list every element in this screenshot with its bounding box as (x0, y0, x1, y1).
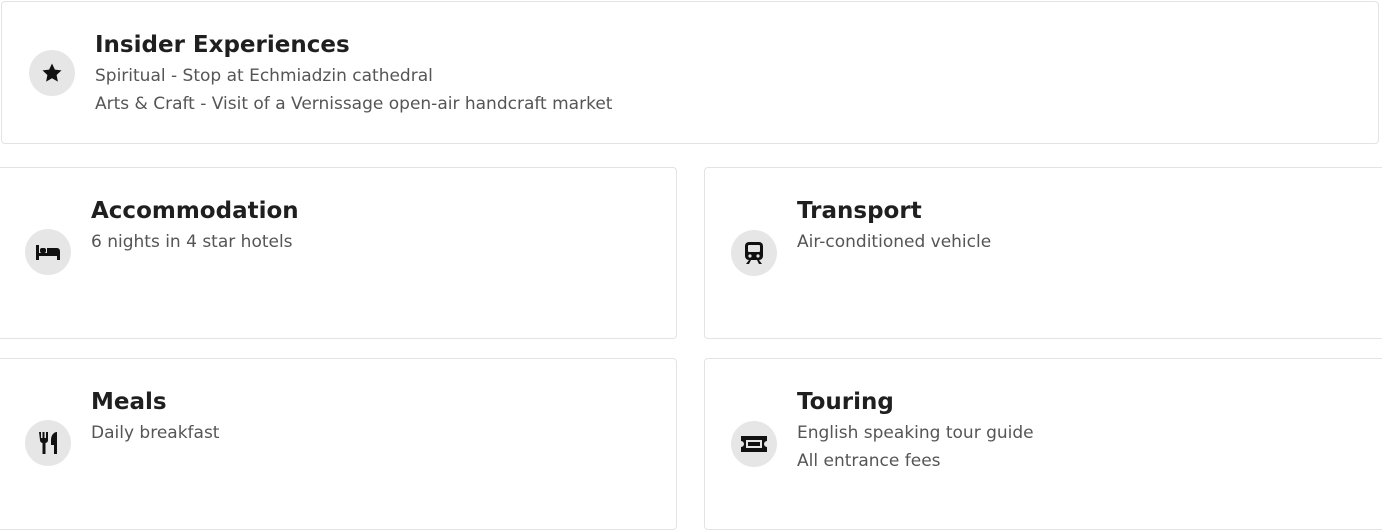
transport-line-vehicle: Air-conditioned vehicle (797, 232, 992, 252)
insider-experiences-card: Insider Experiences Spiritual - Stop at … (1, 1, 1379, 144)
meals-card: Meals Daily breakfast (0, 358, 677, 530)
bed-icon (25, 229, 71, 275)
meals-list: Daily breakfast (91, 419, 219, 447)
insider-experiences-list: Spiritual - Stop at Echmiadzin cathedral… (95, 62, 612, 118)
accommodation-list: 6 nights in 4 star hotels (91, 228, 293, 256)
touring-card: Touring English speaking tour guide All … (704, 358, 1382, 530)
insider-line-spiritual: Spiritual - Stop at Echmiadzin cathedral (95, 66, 433, 86)
transport-title: Transport (797, 198, 922, 224)
meals-line-breakfast: Daily breakfast (91, 423, 220, 443)
ticket-icon (731, 421, 777, 467)
utensils-icon (25, 420, 71, 466)
insider-experiences-title: Insider Experiences (95, 32, 350, 58)
touring-line-guide: English speaking tour guide (797, 423, 1034, 443)
touring-title: Touring (797, 389, 894, 415)
transport-list: Air-conditioned vehicle (797, 228, 991, 256)
touring-list: English speaking tour guide All entrance… (797, 419, 1034, 475)
train-icon (731, 230, 777, 276)
meals-title: Meals (91, 389, 167, 415)
accommodation-card: Accommodation 6 nights in 4 star hotels (0, 167, 677, 339)
accommodation-title: Accommodation (91, 198, 299, 224)
insider-line-arts-craft: Arts & Craft - Visit of a Vernissage ope… (95, 94, 613, 114)
touring-line-fees: All entrance fees (797, 451, 941, 471)
accommodation-line-nights: 6 nights in 4 star hotels (91, 232, 293, 252)
star-icon (29, 50, 75, 96)
transport-card: Transport Air-conditioned vehicle (704, 167, 1382, 339)
